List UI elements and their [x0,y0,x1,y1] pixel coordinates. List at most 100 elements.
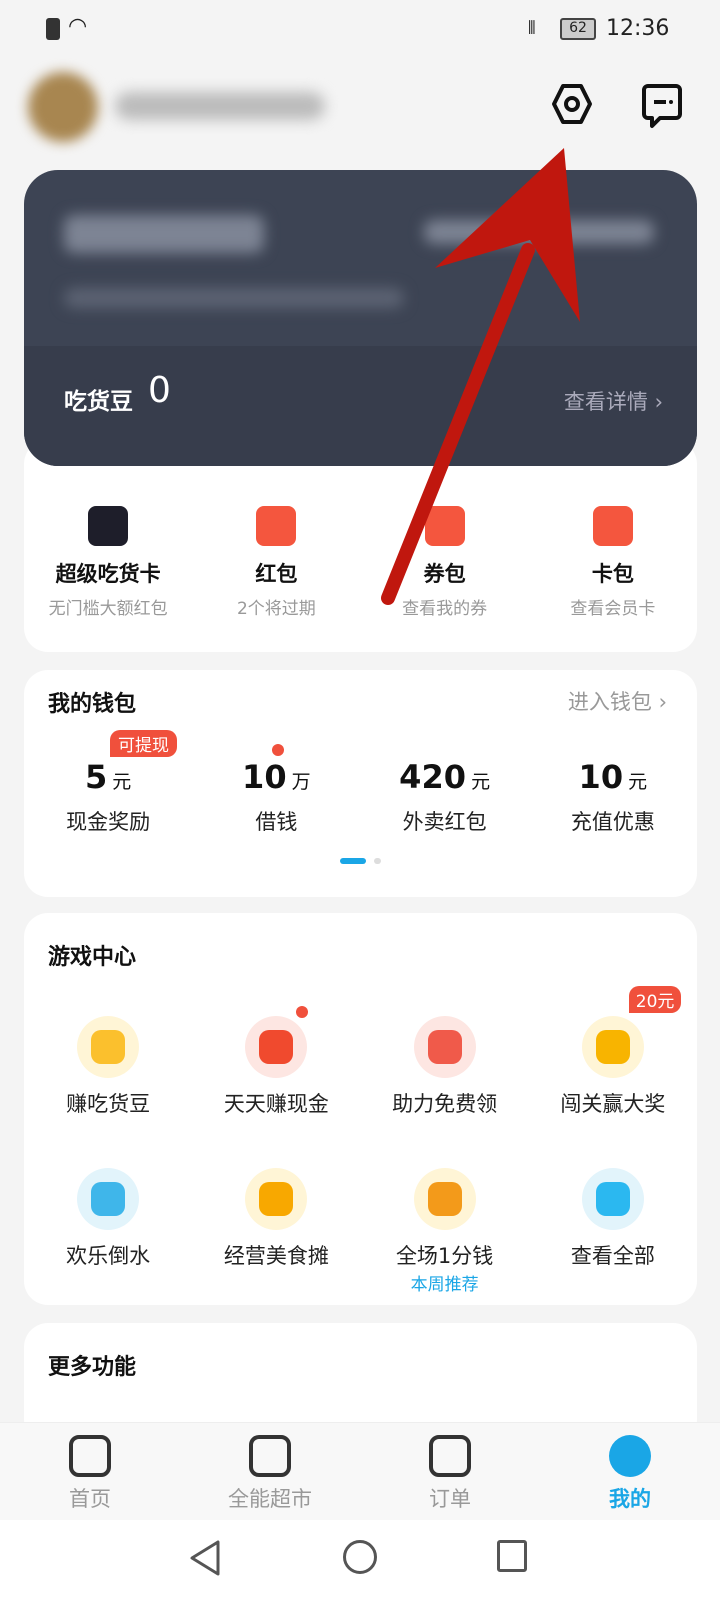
nav-icon [249,1435,291,1477]
game-badge: 20元 [628,986,682,1013]
game-item[interactable]: 欢乐倒水 [24,1168,192,1295]
shortcut-item[interactable]: 卡包 查看会员卡 [529,506,697,619]
details-link-label: 查看详情 [563,390,648,414]
wallet-card: 我的钱包 进入钱包 › 可提现 5 元现金奖励 10 万借钱 420 元外卖红包 10… [24,670,697,897]
message-button[interactable] [640,82,684,134]
game-item[interactable]: 赚吃货豆 [24,1016,192,1118]
notification-dot [296,1006,309,1018]
shortcut-icon [256,506,297,546]
enter-wallet-link[interactable]: 进入钱包 › [568,686,667,716]
system-nav-bar [0,1520,720,1600]
game-icon [581,1168,644,1230]
shortcut-subtitle: 2个将过期 [236,599,316,619]
shortcut-item[interactable]: 超级吃货卡无门槛大额红包 [24,506,192,619]
shortcut-title: 券包 [423,562,466,586]
shortcut-icon [88,506,129,546]
game-item[interactable]: 助力免费领 [361,1016,529,1118]
shortcut-subtitle: 查看我的券 [402,599,488,619]
game-item[interactable]: 天天赚现金 [192,1006,360,1118]
member-card[interactable]: 吃货豆 0 查看详情 › [24,170,697,466]
nav-label: 我的 [609,1487,651,1511]
notification-dot [272,744,284,756]
settings-button[interactable] [550,82,594,130]
shortcut-title: 超级吃货卡 [55,562,161,586]
game-label: 查看全部 [570,1244,655,1268]
shortcut-item[interactable]: 券包 查看我的券 [361,506,529,619]
wallet-item[interactable]: 420 元外卖红包 [361,758,529,836]
username-blurred [115,92,325,120]
status-bar: ◠ ⫴ 62 12:36 [0,0,720,62]
back-icon[interactable] [188,1538,224,1578]
game-note: 本周推荐 [410,1275,479,1295]
wallet-value: 420 [399,758,466,796]
vibrate-icon: ⫴ [528,18,536,39]
game-icon [77,1016,140,1078]
recents-icon[interactable] [497,1540,527,1572]
nav-label: 全能超市 [228,1487,312,1511]
clock: 12:36 [606,16,670,41]
game-label: 闯关赢大奖 [560,1092,666,1116]
more-functions-title: 更多功能 [48,1355,137,1380]
wallet-unit: 万 [291,771,311,793]
game-label: 经营美食摊 [223,1244,329,1268]
wallet-unit: 元 [628,771,648,793]
page-indicator [374,858,381,864]
game-label: 天天赚现金 [223,1092,329,1116]
nav-icon [429,1435,471,1477]
nav-label: 首页 [69,1487,111,1511]
wallet-label: 外卖红包 [402,810,487,834]
game-center-title: 游戏中心 [48,945,137,970]
beans-value: 0 [148,370,171,411]
game-label: 赚吃货豆 [66,1092,151,1116]
battery-icon: 62 [560,18,596,40]
shortcut-item[interactable]: 红包 2个将过期 [192,506,360,619]
wallet-value: 5 [84,758,108,796]
wallet-item[interactable]: 10 万借钱 [192,758,360,836]
game-label: 全场1分钱 [395,1244,494,1268]
wallet-label: 现金奖励 [66,810,151,834]
page-indicator-active [340,858,366,864]
wallet-unit: 元 [112,771,132,793]
shortcut-title: 红包 [255,562,298,586]
nav-icon [609,1435,651,1477]
hexagon-settings-icon [552,84,592,124]
wallet-unit: 元 [471,771,491,793]
home-icon[interactable] [343,1540,377,1574]
nav-tab[interactable]: 订单 [360,1423,540,1520]
game-label: 欢乐倒水 [66,1244,151,1268]
shortcut-subtitle: 查看会员卡 [570,599,656,619]
details-link[interactable]: 查看详情 › [564,386,663,416]
nav-tab[interactable]: 我的 [540,1423,720,1520]
withdraw-badge: 可提现 [110,730,177,757]
game-icon [245,1168,308,1230]
game-item[interactable]: 查看全部 [529,1168,697,1295]
shortcut-subtitle: 无门槛大额红包 [48,599,168,619]
wallet-value: 10 [242,758,287,796]
shortcut-icon [592,506,633,546]
nav-tab[interactable]: 首页 [0,1423,180,1520]
shortcuts-card: 超级吃货卡 无门槛大额红包 红包 2个将过期 券包 查看我的券 卡包 查看会员卡 [24,440,697,652]
wallet-item[interactable]: 5 元现金奖励 [24,758,192,836]
bottom-nav: 首页 全能超市 订单 我的 [0,1422,720,1520]
nav-icon [69,1435,111,1477]
wallet-item[interactable]: 10 元充值优惠 [529,758,697,836]
game-item[interactable]: 经营美食摊 [192,1168,360,1295]
wallet-title: 我的钱包 [48,692,137,717]
game-item[interactable]: 闯关赢大奖 20元 [529,986,697,1118]
wallet-label: 充值优惠 [570,810,655,834]
game-center-card: 游戏中心 赚吃货豆 天天赚现金 助力免费领 闯关赢大奖 20元 欢乐倒水 经营美食摊 全场1… [24,913,697,1305]
game-item[interactable]: 全场1分钱本周推荐 [361,1168,529,1295]
game-icon [413,1168,476,1230]
nav-label: 订单 [429,1487,471,1511]
shortcut-title: 卡包 [591,562,634,586]
avatar[interactable] [28,72,98,142]
game-icon [413,1016,476,1078]
game-icon [581,1016,644,1078]
game-icon [245,1016,308,1078]
alert-icon [46,18,60,40]
enter-wallet-label: 进入钱包 [567,690,652,714]
nav-tab[interactable]: 全能超市 [180,1423,360,1520]
message-icon [642,84,682,128]
beans-label: 吃货豆 [64,389,133,415]
wallet-value: 10 [578,758,624,796]
